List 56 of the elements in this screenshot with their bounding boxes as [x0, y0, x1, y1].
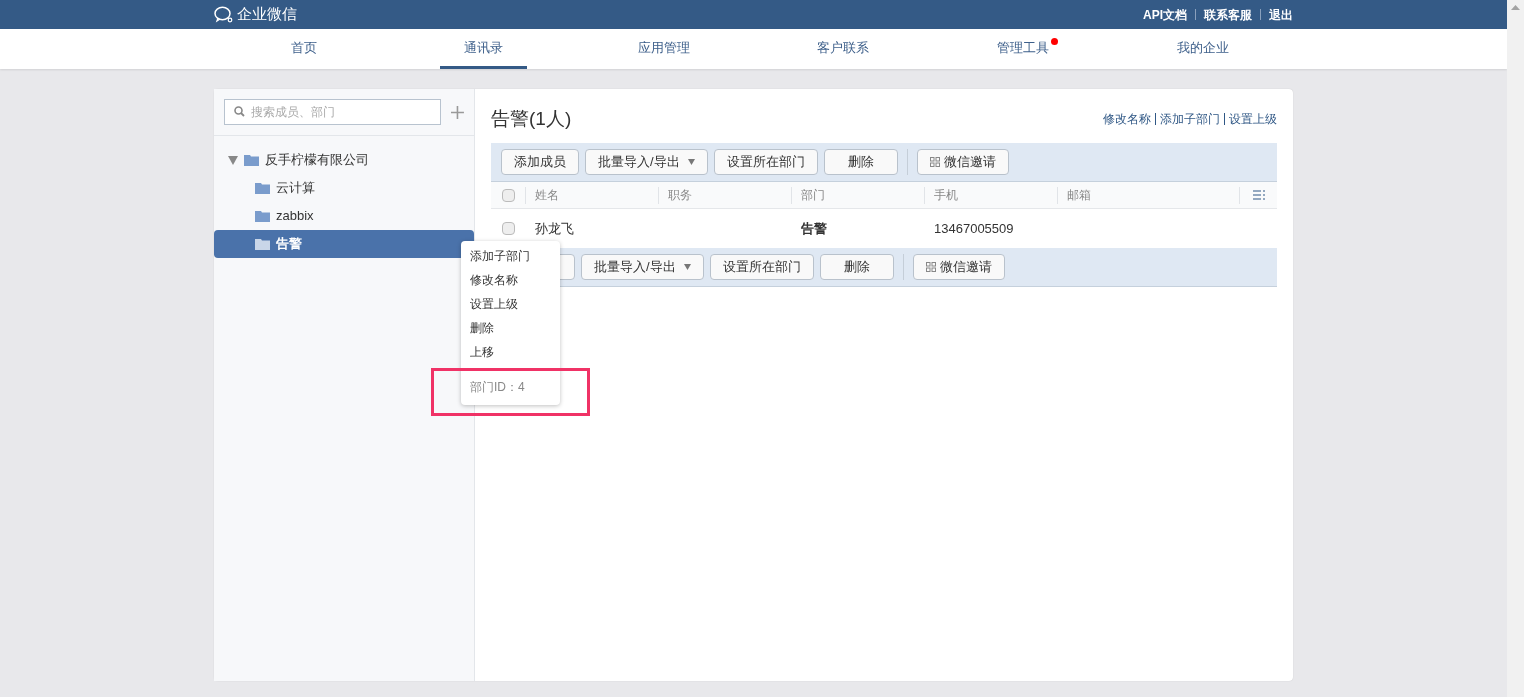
nav-tab[interactable]: 应用管理 [613, 29, 714, 69]
column-header: 邮箱 [1067, 187, 1091, 204]
checkbox[interactable] [501, 222, 515, 235]
header-link[interactable]: 联系客服 [1204, 5, 1252, 24]
header-link[interactable]: 退出 [1269, 5, 1293, 24]
grid-icon [929, 157, 940, 167]
menu-item[interactable]: 修改名称 [461, 268, 560, 292]
toolbar-button[interactable]: 设置所在部门 [709, 254, 814, 280]
column-header: 姓名 [535, 187, 559, 204]
tree-item[interactable]: 反手柠檬有限公司 [214, 146, 474, 174]
column-header: 职务 [668, 187, 692, 204]
folder-icon [255, 182, 270, 194]
toolbar-button[interactable]: 批量导入/导出 [581, 254, 704, 280]
search-icon [234, 106, 245, 117]
caret-icon [683, 264, 691, 270]
action-link[interactable]: 设置上级 [1229, 110, 1277, 128]
tree-item[interactable]: 云计算 [214, 174, 474, 202]
nav-tab[interactable]: 首页 [266, 29, 341, 69]
toolbar-button[interactable]: 微信邀请 [912, 254, 1005, 280]
table-cell: 告警 [801, 220, 827, 236]
grid-icon [925, 262, 936, 272]
toolbar-button[interactable]: 设置所在部门 [713, 149, 818, 175]
table-cell: 13467005509 [934, 220, 1014, 236]
toolbar-button[interactable]: 删除 [819, 254, 894, 280]
scroll-up-icon[interactable] [1511, 5, 1520, 10]
list-icon[interactable] [1252, 190, 1265, 200]
folder-icon [255, 238, 270, 250]
checkbox[interactable] [501, 188, 515, 202]
menu-item[interactable]: 上移 [461, 340, 560, 364]
action-link[interactable]: 添加子部门 [1160, 110, 1220, 128]
expand-arrow-icon[interactable] [228, 155, 238, 165]
department-id: 部门ID：4 [469, 379, 526, 396]
tree-item[interactable]: zabbix [214, 202, 474, 230]
column-header: 手机 [934, 187, 958, 204]
toolbar-button[interactable]: 微信邀请 [916, 149, 1009, 175]
menu-item[interactable]: 删除 [461, 316, 560, 340]
nav-tab[interactable]: 通讯录 [440, 29, 528, 69]
toolbar-button[interactable]: 添加成员 [501, 149, 579, 175]
menu-item[interactable]: 设置上级 [461, 292, 560, 316]
add-icon[interactable] [451, 105, 464, 119]
department-title: 告警(1人) [491, 106, 572, 131]
folder-icon [255, 210, 270, 222]
caret-icon [687, 159, 695, 165]
toolbar-button[interactable]: 删除 [823, 149, 898, 175]
folder-icon [244, 154, 259, 166]
nav-tab[interactable]: 我的企业 [1153, 29, 1254, 69]
table-cell: 孙龙飞 [535, 220, 574, 236]
header-link[interactable]: API文档 [1143, 5, 1187, 24]
nav-tab[interactable]: 管理工具 [973, 29, 1074, 69]
toolbar-button[interactable]: 批量导入/导出 [585, 149, 708, 175]
nav-tab[interactable]: 客户联系 [793, 29, 894, 69]
action-link[interactable]: 修改名称 [1103, 110, 1151, 128]
chat-bubble-icon [214, 6, 233, 23]
search-field[interactable]: 搜索成员、部门 [224, 99, 442, 125]
column-header: 部门 [801, 187, 825, 204]
logo-text: 企业微信 [237, 4, 297, 25]
